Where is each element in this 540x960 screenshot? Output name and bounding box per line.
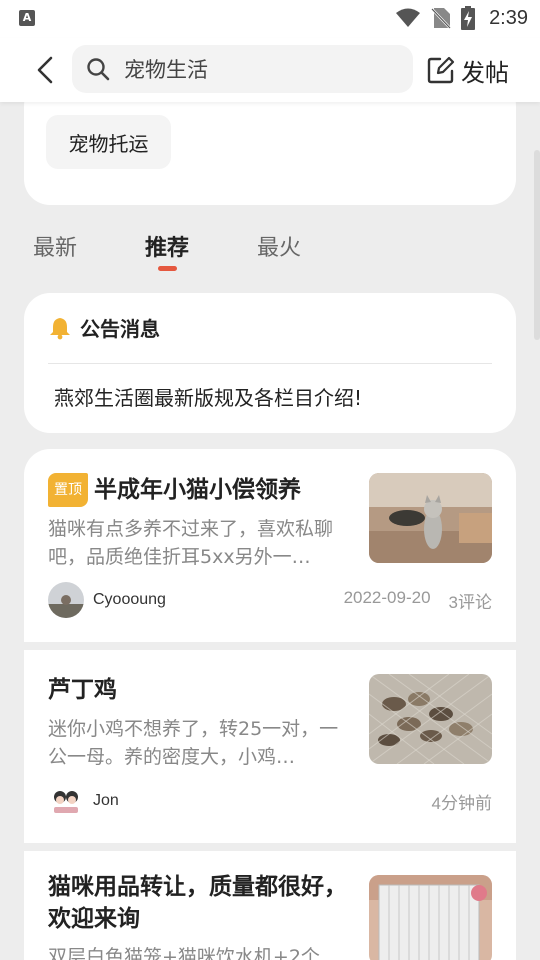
notice-title: 公告消息 bbox=[80, 317, 160, 341]
back-button[interactable] bbox=[28, 53, 62, 87]
notice-item[interactable]: 燕郊生活圈最新版规及各栏目介绍! bbox=[54, 382, 362, 411]
comment-count: 3评论 bbox=[448, 592, 492, 612]
username[interactable]: Jon bbox=[93, 792, 119, 810]
post-title-text: 半成年小猫小偿领养 bbox=[94, 477, 301, 503]
post-card[interactable]: 芦丁鸡 迷你小鸡不想养了，转25一对，一公一母。养的密度大，小鸡… Jon 4分… bbox=[24, 650, 516, 843]
notice-divider bbox=[48, 363, 492, 364]
status-icons: 2:39 bbox=[395, 4, 528, 32]
post-meta: Jon 4分钟前 bbox=[48, 783, 492, 819]
edit-icon bbox=[427, 56, 455, 84]
no-sim-icon bbox=[431, 8, 451, 29]
post-thumbnail[interactable] bbox=[369, 473, 492, 563]
notice-card: 公告消息 燕郊生活圈最新版规及各栏目介绍! bbox=[24, 293, 516, 433]
post-title: 猫咪用品转让，质量都很好，欢迎来询 bbox=[48, 874, 347, 932]
active-tab-indicator bbox=[158, 266, 177, 271]
post-title: 芦丁鸡 bbox=[48, 677, 117, 703]
post-description: 猫咪有点多养不过来了，喜欢私聊吧，品质绝佳折耳5xx另外一… bbox=[48, 518, 334, 568]
search-text: 宠物生活 bbox=[124, 58, 208, 82]
post-description: 双层白色猫笼+猫咪饮水机+2个 bbox=[48, 946, 320, 960]
feed-tabs: 最新 推荐 最火 bbox=[0, 222, 540, 274]
bell-icon bbox=[50, 317, 70, 339]
post-time: 4分钟前 bbox=[431, 793, 492, 813]
avatar[interactable] bbox=[48, 783, 84, 819]
post-stats: 4分钟前 bbox=[432, 789, 492, 814]
avatar[interactable] bbox=[48, 582, 84, 618]
post-meta: Cyoooung 2022-09-20 3评论 bbox=[48, 582, 492, 618]
tab-recommended[interactable]: 推荐 bbox=[145, 230, 189, 262]
status-time: 2:39 bbox=[489, 6, 528, 29]
tab-hottest[interactable]: 最火 bbox=[257, 230, 301, 262]
app-notification-icon: A bbox=[19, 10, 35, 26]
pinned-badge: 置顶 bbox=[48, 473, 88, 507]
post-card[interactable]: 猫咪用品转让，质量都很好，欢迎来询 双层白色猫笼+猫咪饮水机+2个 bbox=[24, 851, 516, 960]
post-thumbnail[interactable] bbox=[369, 875, 492, 960]
chevron-left-icon bbox=[37, 56, 53, 84]
top-header: 宠物生活 发帖 bbox=[0, 38, 540, 102]
tab-latest[interactable]: 最新 bbox=[33, 230, 77, 262]
cat-cage-photo bbox=[369, 875, 492, 960]
cat-photo bbox=[369, 473, 492, 563]
category-chip-pet-shipping[interactable]: 宠物托运 bbox=[46, 115, 171, 169]
status-bar: A 2:39 bbox=[0, 0, 540, 38]
post-description: 迷你小鸡不想养了，转25一对，一公一母。养的密度大，小鸡… bbox=[48, 718, 339, 768]
notice-header: 公告消息 bbox=[48, 313, 160, 342]
post-stats: 2022-09-20 3评论 bbox=[344, 588, 492, 613]
post-card[interactable]: 置顶 半成年小猫小偿领养 猫咪有点多养不过来了，喜欢私聊吧，品质绝佳折耳5xx另外… bbox=[24, 449, 516, 642]
post-date: 2022-09-20 bbox=[343, 587, 431, 607]
username[interactable]: Cyoooung bbox=[93, 591, 166, 609]
new-post-button[interactable]: 发帖 bbox=[427, 50, 509, 90]
quail-photo bbox=[369, 674, 492, 764]
post-title: 置顶 半成年小猫小偿领养 bbox=[48, 473, 348, 507]
wifi-icon bbox=[396, 8, 421, 27]
new-post-label: 发帖 bbox=[461, 58, 509, 87]
post-thumbnail[interactable] bbox=[369, 674, 492, 764]
search-input[interactable]: 宠物生活 bbox=[72, 45, 413, 93]
battery-charging-icon bbox=[461, 6, 476, 30]
search-icon bbox=[87, 58, 110, 81]
